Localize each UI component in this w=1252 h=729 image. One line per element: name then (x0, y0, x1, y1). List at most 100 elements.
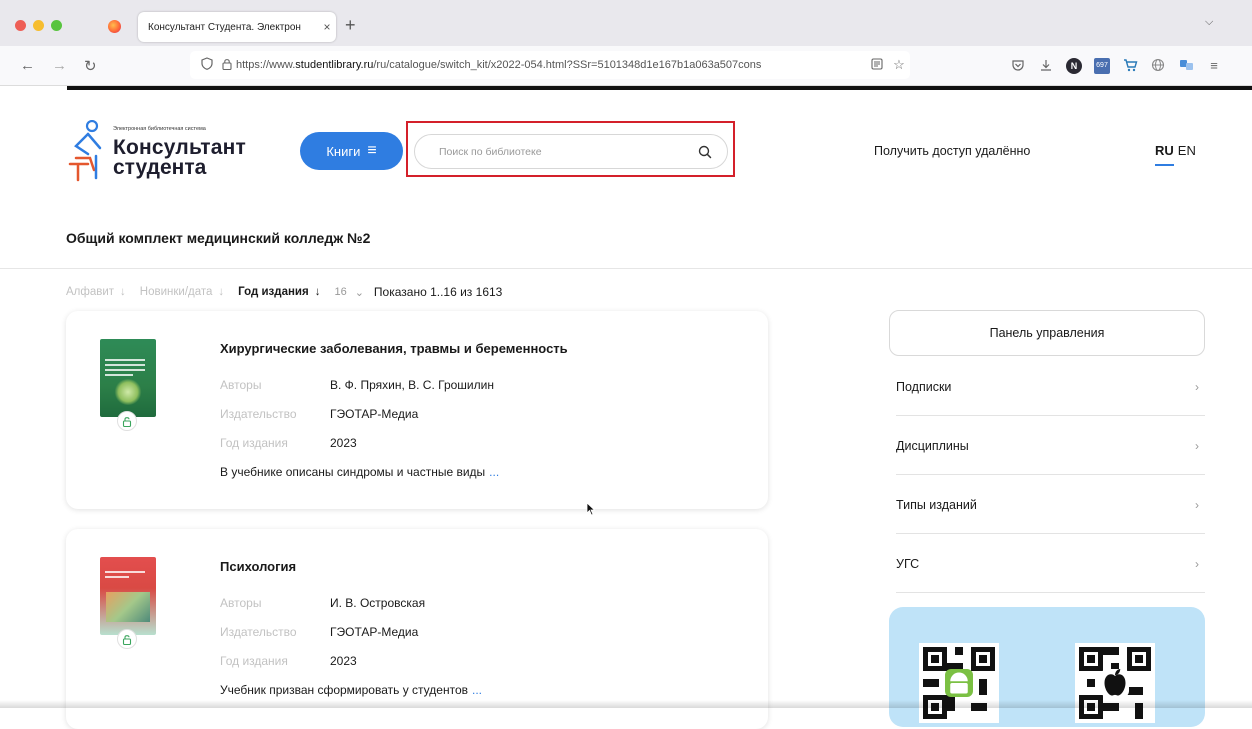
open-access-lock-icon (117, 411, 137, 431)
filter-label: Типы изданий (896, 497, 977, 512)
publisher-label: Издательство (220, 407, 297, 421)
browser-tab[interactable]: Консультант Студента. Электрон × (138, 12, 336, 42)
books-menu-button[interactable]: Книги ≡ (300, 132, 403, 170)
browser-tab-bar: Консультант Студента. Электрон × + ⌵ (0, 0, 1252, 46)
close-window-button[interactable] (15, 20, 26, 31)
sort-alphabet[interactable]: Алфавит ↓ (66, 286, 126, 298)
authors-value[interactable]: В. Ф. Пряхин, В. С. Грошилин (330, 378, 494, 392)
chevron-right-icon: › (1195, 438, 1199, 453)
new-tab-button[interactable]: + (345, 15, 356, 36)
sort-arrow-icon: ↓ (218, 286, 225, 298)
lang-ru-button[interactable]: RU (1155, 143, 1174, 166)
year-label: Год издания (220, 654, 288, 668)
per-page-select[interactable]: 16 ⌄ (334, 286, 363, 299)
back-button[interactable]: ← (20, 57, 35, 74)
badge-extension-icon[interactable]: 697 (1094, 58, 1110, 74)
address-bar[interactable]: https://www.studentlibrary.ru/ru/catalog… (190, 51, 910, 79)
logo-figure-icon (68, 120, 102, 182)
book-title[interactable]: Психология (220, 559, 296, 574)
sort-year[interactable]: Год издания ↓ (238, 286, 320, 298)
search-input[interactable] (439, 145, 697, 158)
logo-title-line2: студента (113, 156, 207, 179)
apple-icon (1101, 669, 1129, 697)
filter-label: Дисциплины (896, 438, 969, 453)
toolbar-icons: N 697 ≡ (1010, 58, 1222, 74)
chevron-right-icon: › (1195, 497, 1199, 512)
url-text[interactable]: https://www.studentlibrary.ru/ru/catalog… (236, 59, 866, 71)
tab-list-chevron-icon[interactable]: ⌵ (1205, 16, 1213, 29)
filter-ugs[interactable]: УГС › (896, 535, 1205, 593)
authors-label: Авторы (220, 378, 262, 392)
tab-title: Консультант Студента. Электрон (148, 21, 301, 33)
window-controls (15, 20, 62, 31)
results-count: Показано 1..16 из 1613 (373, 285, 503, 299)
book-authors-row: Авторы В. Ф. Пряхин, В. С. Грошилин (220, 378, 494, 392)
filter-subscriptions[interactable]: Подписки › (896, 358, 1205, 416)
bottom-fade (0, 700, 1252, 708)
site-logo[interactable]: Электронная библиотечная система Консуль… (66, 120, 266, 190)
remote-access-link[interactable]: Получить доступ удалённо (874, 144, 1030, 158)
header-divider (0, 268, 1252, 269)
reader-view-icon[interactable] (866, 57, 888, 73)
minimize-window-button[interactable] (33, 20, 44, 31)
authors-value[interactable]: И. В. Островская (330, 596, 425, 610)
book-card[interactable]: Хирургические заболевания, травмы и бере… (66, 311, 768, 509)
book-description: В учебнике описаны синдромы и частные ви… (220, 465, 500, 479)
book-publisher-row: Издательство ГЭОТАР-Медиа (220, 407, 418, 421)
zoom-window-button[interactable] (51, 20, 62, 31)
book-title[interactable]: Хирургические заболевания, травмы и бере… (220, 341, 568, 356)
android-qr-code[interactable] (919, 643, 999, 723)
book-cover[interactable] (100, 557, 156, 635)
download-icon[interactable] (1038, 58, 1054, 74)
sort-novelty[interactable]: Новинки/дата ↓ (140, 286, 224, 298)
book-card[interactable]: Психология Авторы И. В. Островская Издат… (66, 529, 768, 729)
pocket-icon[interactable] (1010, 58, 1026, 74)
chevron-right-icon: › (1195, 556, 1199, 571)
filter-disciplines[interactable]: Дисциплины › (896, 417, 1205, 475)
filter-publication-types[interactable]: Типы изданий › (896, 476, 1205, 534)
year-value: 2023 (330, 654, 357, 668)
read-more-link[interactable]: ... (472, 683, 482, 697)
android-icon (945, 669, 973, 697)
publisher-value[interactable]: ГЭОТАР-Медиа (330, 625, 418, 639)
firefox-view-icon[interactable] (108, 20, 121, 33)
lock-icon[interactable] (218, 58, 236, 73)
page-top-border (67, 86, 1252, 90)
logo-caption: Электронная библиотечная система (113, 126, 206, 132)
book-publisher-row: Издательство ГЭОТАР-Медиа (220, 625, 418, 639)
bookmark-star-icon[interactable]: ☆ (888, 57, 910, 73)
translate-icon[interactable] (1178, 58, 1194, 74)
chevron-right-icon: › (1195, 379, 1199, 394)
book-year-row: Год издания 2023 (220, 436, 357, 450)
open-access-lock-icon (117, 629, 137, 649)
year-value: 2023 (330, 436, 357, 450)
ios-qr-code[interactable] (1075, 643, 1155, 723)
control-panel-button[interactable]: Панель управления (889, 310, 1205, 356)
read-more-link[interactable]: ... (489, 465, 499, 479)
tracking-shield-icon[interactable] (196, 57, 218, 73)
authors-label: Авторы (220, 596, 262, 610)
reload-button[interactable]: ↻ (84, 57, 97, 75)
lang-en-button[interactable]: EN (1178, 143, 1196, 166)
book-cover[interactable] (100, 339, 156, 417)
globe-icon[interactable] (1150, 58, 1166, 74)
cart-extension-icon[interactable] (1122, 58, 1138, 74)
publisher-value[interactable]: ГЭОТАР-Медиа (330, 407, 418, 421)
forward-button[interactable]: → (52, 57, 67, 74)
browser-nav-bar: ← → ↻ https://www.studentlibrary.ru/ru/c… (0, 46, 1252, 86)
tab-close-icon[interactable]: × (318, 20, 336, 34)
chevron-down-icon: ⌄ (354, 286, 364, 299)
search-icon[interactable] (697, 144, 713, 160)
menu-icon[interactable]: ≡ (1206, 58, 1222, 74)
year-label: Год издания (220, 436, 288, 450)
language-switcher: RU EN (1155, 143, 1196, 166)
mouse-cursor-icon (586, 502, 596, 516)
page-title: Общий комплект медицинский колледж №2 (66, 230, 371, 246)
search-box[interactable] (414, 134, 728, 169)
book-year-row: Год издания 2023 (220, 654, 357, 668)
hamburger-icon: ≡ (367, 142, 377, 159)
filter-label: Подписки (896, 379, 952, 394)
filter-label: УГС (896, 556, 920, 571)
extension-icon[interactable]: N (1066, 58, 1082, 74)
publisher-label: Издательство (220, 625, 297, 639)
